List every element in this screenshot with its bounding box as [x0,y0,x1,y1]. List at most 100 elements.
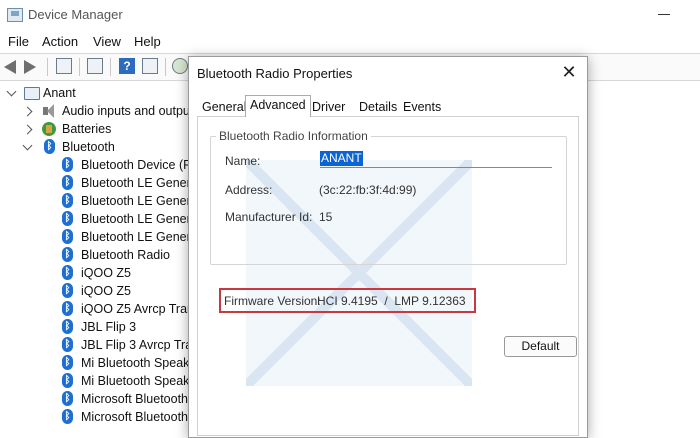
address-value: (3c:22:fb:3f:4d:99) [319,183,417,197]
bluetooth-icon: ᛒ [62,247,73,262]
chevron-right-icon[interactable] [22,106,33,117]
bluetooth-device-label: JBL Flip 3 [81,320,137,334]
bluetooth-icon: ᛒ [62,355,73,370]
manufacturer-id-value: 15 [319,210,333,224]
window-title: Device Manager [28,7,123,22]
bluetooth-device-item[interactable]: ᛒ Bluetooth Device (RF [0,156,200,174]
tree-category-audio[interactable]: Audio inputs and outpu [0,102,200,120]
bluetooth-device-label: Microsoft Bluetooth [81,410,188,424]
bluetooth-device-item[interactable]: ᛒ Microsoft Bluetooth [0,408,200,426]
bluetooth-icon: ᛒ [44,139,55,154]
bluetooth-device-item[interactable]: ᛒ iQOO Z5 Avrcp Trans [0,300,200,318]
computer-icon [24,87,40,100]
speaker-icon [43,104,55,118]
firmware-version-label: Firmware Version: [224,294,321,308]
name-label: Name: [225,154,261,168]
name-field[interactable]: ANANT [320,151,552,168]
bluetooth-radio-properties-dialog: Bluetooth Radio Properties ✕ General Adv… [188,56,588,438]
bluetooth-icon: ᛒ [62,391,73,406]
update-driver-icon[interactable] [87,58,103,74]
device-manager-titlebar: Device Manager [0,0,700,30]
bluetooth-device-item[interactable]: ᛒ JBL Flip 3 Avrcp Tran [0,336,200,354]
menu-action[interactable]: Action [42,34,78,49]
manufacturer-id-label: Manufacturer Id: [225,210,313,224]
tree-category-batteries[interactable]: Batteries [0,120,200,138]
tab-advanced[interactable]: Advanced [245,95,311,117]
bluetooth-device-label: Bluetooth Radio [81,248,170,262]
bluetooth-device-label: Bluetooth LE Generic [81,176,200,190]
minimize-icon[interactable] [658,14,670,15]
bluetooth-device-item[interactable]: ᛒ Mi Bluetooth Speake [0,354,200,372]
tree-category-label: Batteries [62,122,112,136]
chevron-down-icon[interactable] [6,86,17,97]
bluetooth-device-label: Mi Bluetooth Speake [81,374,197,388]
firmware-highlight-box: Firmware Version: HCI 9.4195 / LMP 9.123… [219,288,476,313]
bluetooth-device-item[interactable]: ᛒ Bluetooth LE Generic [0,228,200,246]
bluetooth-device-item[interactable]: ᛒ Bluetooth LE Generic [0,174,200,192]
default-button[interactable]: Default [504,336,577,357]
bluetooth-radio-information-group: Bluetooth Radio Information Name: ANANT … [210,129,567,265]
chevron-right-icon[interactable] [22,124,33,135]
bluetooth-icon: ᛒ [62,319,73,334]
dialog-title: Bluetooth Radio Properties [197,66,353,81]
tree-category-bluetooth[interactable]: ᛒ Bluetooth [0,138,200,156]
bluetooth-icon: ᛒ [62,373,73,388]
show-hidden-icon[interactable] [142,58,158,74]
bluetooth-device-item[interactable]: ᛒ JBL Flip 3 [0,318,200,336]
device-manager-app-icon [7,8,23,22]
bluetooth-device-label: JBL Flip 3 Avrcp Tran [81,338,200,352]
tab-events[interactable]: Events [398,97,446,118]
bluetooth-icon: ᛒ [62,409,73,424]
bluetooth-device-item[interactable]: ᛒ Bluetooth Radio [0,246,200,264]
bluetooth-icon: ᛒ [62,193,73,208]
menu-view[interactable]: View [93,34,121,49]
bluetooth-icon: ᛒ [62,211,73,226]
properties-icon[interactable] [56,58,72,74]
bluetooth-device-label: Bluetooth LE Generic [81,212,200,226]
bluetooth-device-item[interactable]: ᛒ Mi Bluetooth Speake [0,372,200,390]
tree-root-label: Anant [43,86,76,100]
firmware-version-value: HCI 9.4195 / LMP 9.12363 [317,294,466,308]
bluetooth-device-label: iQOO Z5 [81,284,132,298]
bluetooth-icon: ᛒ [62,229,73,244]
menu-bar: File Action View Help [0,30,700,52]
bluetooth-icon: ᛒ [62,265,73,280]
advanced-tab-panel: Bluetooth Radio Information Name: ANANT … [197,116,579,436]
bluetooth-device-label: Mi Bluetooth Speake [81,356,197,370]
bluetooth-device-label: Bluetooth LE Generic [81,194,200,208]
bluetooth-device-label: iQOO Z5 [81,266,132,280]
help-icon[interactable]: ? [119,58,135,74]
tree-category-label: Audio inputs and outpu [62,104,190,118]
bluetooth-device-item[interactable]: ᛒ iQOO Z5 [0,282,200,300]
toolbar-divider [79,58,80,76]
bluetooth-icon: ᛒ [62,157,73,172]
tab-driver[interactable]: Driver [307,97,350,118]
menu-help[interactable]: Help [134,34,161,49]
toolbar-divider [165,58,166,76]
chevron-down-icon[interactable] [22,140,33,151]
forward-arrow-icon[interactable] [24,60,36,74]
menu-file[interactable]: File [8,34,29,49]
tab-details[interactable]: Details [354,97,402,118]
bluetooth-icon: ᛒ [62,337,73,352]
bluetooth-device-item[interactable]: ᛒ Bluetooth LE Generic [0,210,200,228]
tree-root[interactable]: Anant [0,84,200,102]
address-label: Address: [225,183,273,197]
tree-category-label: Bluetooth [62,140,115,154]
tab-general[interactable]: General [197,97,251,118]
bluetooth-device-label: Bluetooth LE Generic [81,230,200,244]
bluetooth-device-item[interactable]: ᛒ iQOO Z5 [0,264,200,282]
bluetooth-device-label: Microsoft Bluetooth [81,392,188,406]
group-title: Bluetooth Radio Information [216,129,371,143]
bluetooth-device-item[interactable]: ᛒ Microsoft Bluetooth [0,390,200,408]
bluetooth-device-label: Bluetooth Device (RF [81,158,200,172]
bluetooth-device-item[interactable]: ᛒ Bluetooth LE Generic [0,192,200,210]
battery-icon [42,122,56,136]
toolbar-divider [47,58,48,76]
device-tree: Anant Audio inputs and outpu Batteries ᛒ… [0,84,200,427]
close-icon[interactable]: ✕ [559,63,579,83]
scan-hardware-icon[interactable] [172,58,188,74]
bluetooth-icon: ᛒ [62,301,73,316]
name-value[interactable]: ANANT [320,151,363,166]
back-arrow-icon[interactable] [4,60,16,74]
